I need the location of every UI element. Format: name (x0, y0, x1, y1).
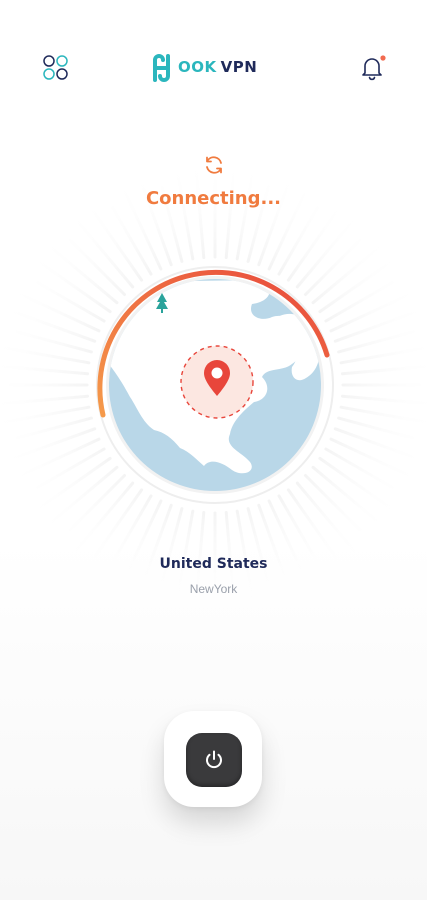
background-ray (0, 427, 97, 465)
notification-badge (380, 55, 386, 61)
logo-text: OOK VPN (178, 58, 257, 76)
background-ray (0, 364, 89, 376)
grid-circles-icon[interactable] (40, 52, 72, 84)
background-ray (175, 169, 195, 261)
vpn-home-screen: OOK VPN Connecting... United States NewY… (0, 0, 427, 900)
background-ray (333, 427, 421, 461)
refresh-icon (206, 156, 222, 174)
background-ray (0, 405, 91, 425)
hook-logo-mark (153, 54, 170, 82)
power-icon (206, 750, 222, 769)
connection-status-text: Connecting... (145, 188, 282, 209)
selected-country: United States (159, 556, 268, 572)
background-ray (339, 346, 427, 365)
background-ray (341, 394, 427, 406)
background-ray (341, 364, 427, 376)
logo-hook-text: OOK (178, 58, 217, 76)
background-ray (135, 168, 173, 267)
selected-city: NewYork (189, 582, 238, 596)
power-button-container (164, 711, 262, 807)
power-button[interactable] (186, 733, 242, 787)
globe-map (96, 266, 334, 504)
background-ray (224, 167, 236, 259)
background-ray (9, 309, 97, 343)
bell-icon[interactable] (356, 52, 388, 84)
background-ray (139, 503, 173, 591)
hook-vpn-logo: OOK VPN (150, 48, 257, 86)
app-header: OOK VPN (0, 44, 427, 90)
background-ray (0, 394, 89, 406)
logo-vpn-text: VPN (220, 58, 258, 76)
